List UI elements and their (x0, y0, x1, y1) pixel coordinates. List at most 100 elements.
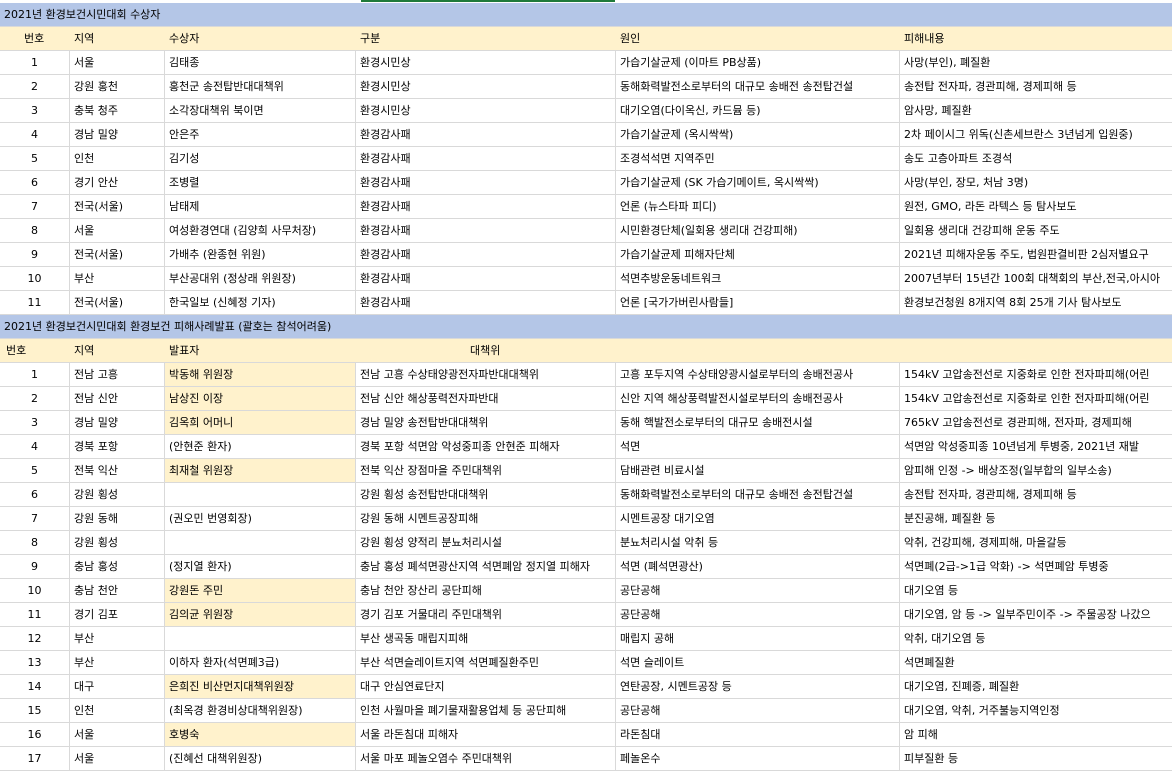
section1-cell-4[interactable]: 가습기살균제 피해자단체 (616, 243, 900, 266)
section1-cell-0[interactable]: 6 (0, 171, 70, 194)
section2-cell-3[interactable]: 대구 안심연료단지 (356, 675, 616, 698)
section2-cell-0[interactable]: 14 (0, 675, 70, 698)
section2-cell-0[interactable]: 16 (0, 723, 70, 746)
section2-cell-0[interactable]: 15 (0, 699, 70, 722)
section1-cell-3[interactable]: 환경시민상 (356, 99, 616, 122)
section1-cell-3[interactable]: 환경감사패 (356, 123, 616, 146)
spreadsheet[interactable]: 2021년 환경보건시민대회 수상자 번호 지역 수상자 구분 원인 피해내용 1 서울 김태종 환… (0, 0, 1172, 777)
section2-cell-1[interactable]: 강원 횡성 (70, 531, 165, 554)
section1-cell-5[interactable]: 환경보건청원 8개지역 8회 25개 기사 탐사보도 (900, 291, 1172, 314)
section2-cell-2[interactable]: 최재철 위원장 (165, 459, 356, 482)
section1-cell-2[interactable]: 부산공대위 (정상래 위원장) (165, 267, 356, 290)
section2-cell-2[interactable]: 강원돈 주민 (165, 579, 356, 602)
section2-header-1[interactable]: 지역 (70, 339, 165, 362)
section1-cell-5[interactable]: 사망(부인, 장모, 처남 3명) (900, 171, 1172, 194)
section2-cell-0[interactable]: 13 (0, 651, 70, 674)
section1-cell-2[interactable]: 여성환경연대 (김양희 사무처장) (165, 219, 356, 242)
section2-cell-0[interactable]: 2 (0, 387, 70, 410)
section2-cell-0[interactable]: 4 (0, 435, 70, 458)
section2-header-3[interactable]: 대책위 (356, 339, 616, 362)
section1-header-2[interactable]: 수상자 (165, 27, 356, 50)
section1-cell-4[interactable]: 동해화력발전소로부터의 대규모 송배전 송전탑건설 (616, 75, 900, 98)
section1-cell-3[interactable]: 환경시민상 (356, 75, 616, 98)
section1-cell-3[interactable]: 환경감사패 (356, 219, 616, 242)
section2-cell-4[interactable]: 고흥 포두지역 수상태양광시설로부터의 송배전공사 (616, 363, 900, 386)
section1-cell-1[interactable]: 전국(서울) (70, 291, 165, 314)
section1-cell-0[interactable]: 11 (0, 291, 70, 314)
section1-cell-1[interactable]: 부산 (70, 267, 165, 290)
section2-cell-3[interactable]: 경북 포항 석면암 악성중피종 안현준 피해자 (356, 435, 616, 458)
section1-cell-5[interactable]: 암사망, 폐질환 (900, 99, 1172, 122)
section1-cell-1[interactable]: 경기 안산 (70, 171, 165, 194)
section1-cell-1[interactable]: 서울 (70, 219, 165, 242)
section1-header-3[interactable]: 구분 (356, 27, 616, 50)
section1-cell-5[interactable]: 송도 고층아파트 조경석 (900, 147, 1172, 170)
section1-cell-0[interactable]: 7 (0, 195, 70, 218)
section1-cell-4[interactable]: 언론 (뉴스타파 피디) (616, 195, 900, 218)
section2-cell-0[interactable]: 12 (0, 627, 70, 650)
section2-cell-2[interactable]: (안현준 환자) (165, 435, 356, 458)
section2-cell-3[interactable]: 서울 라돈침대 피해자 (356, 723, 616, 746)
section2-title[interactable]: 2021년 환경보건시민대회 환경보건 피해사례발표 (괄호는 참석어려움) (0, 315, 1172, 338)
section1-cell-5[interactable]: 2021년 피해자운동 주도, 법원판결비판 2심저별요구 (900, 243, 1172, 266)
section2-header-0[interactable]: 번호 (0, 339, 70, 362)
section2-cell-3[interactable]: 충남 홍성 폐석면광산지역 석면폐암 정지열 피해자 (356, 555, 616, 578)
section1-cell-4[interactable]: 언론 [국가가버린사람들] (616, 291, 900, 314)
section2-header-5[interactable] (900, 339, 1172, 362)
section1-cell-4[interactable]: 석면추방운동네트워크 (616, 267, 900, 290)
section1-cell-5[interactable]: 원전, GMO, 라돈 라텍스 등 탐사보도 (900, 195, 1172, 218)
section1-cell-0[interactable]: 4 (0, 123, 70, 146)
section1-cell-5[interactable]: 송전탑 전자파, 경관피해, 경제피해 등 (900, 75, 1172, 98)
section2-cell-1[interactable]: 경기 김포 (70, 603, 165, 626)
section2-cell-2[interactable]: (정지열 환자) (165, 555, 356, 578)
section2-cell-2[interactable]: 이하자 환자(석면폐3급) (165, 651, 356, 674)
section1-header-5[interactable]: 피해내용 (900, 27, 1172, 50)
section1-cell-2[interactable]: 김기성 (165, 147, 356, 170)
section2-cell-4[interactable]: 페놀온수 (616, 747, 900, 770)
section2-cell-3[interactable]: 강원 동해 시멘트공장피해 (356, 507, 616, 530)
section2-cell-4[interactable]: 매립지 공해 (616, 627, 900, 650)
section2-cell-1[interactable]: 전남 고흥 (70, 363, 165, 386)
section2-cell-0[interactable]: 7 (0, 507, 70, 530)
section2-cell-5[interactable]: 암피해 인정 -> 배상조정(일부합의 일부소송) (900, 459, 1172, 482)
section2-cell-1[interactable]: 전북 익산 (70, 459, 165, 482)
section2-cell-3[interactable]: 경기 김포 거물대리 주민대책위 (356, 603, 616, 626)
section2-cell-4[interactable]: 라돈침대 (616, 723, 900, 746)
section2-cell-4[interactable]: 연탄공장, 시멘트공장 등 (616, 675, 900, 698)
section2-cell-5[interactable]: 피부질환 등 (900, 747, 1172, 770)
section2-cell-3[interactable]: 강원 횡성 양적리 분뇨처리시설 (356, 531, 616, 554)
section2-cell-2[interactable]: (최옥경 환경비상대책위원장) (165, 699, 356, 722)
section1-cell-5[interactable]: 일회용 생리대 건강피해 운동 주도 (900, 219, 1172, 242)
section1-cell-3[interactable]: 환경감사패 (356, 147, 616, 170)
section1-cell-3[interactable]: 환경감사패 (356, 267, 616, 290)
section1-cell-0[interactable]: 8 (0, 219, 70, 242)
section1-cell-0[interactable]: 3 (0, 99, 70, 122)
section2-cell-4[interactable]: 동해 핵발전소로부터의 대규모 송배전시설 (616, 411, 900, 434)
section2-cell-0[interactable]: 10 (0, 579, 70, 602)
section2-header-4[interactable] (616, 339, 900, 362)
section2-cell-5[interactable]: 대기오염, 진폐증, 폐질환 (900, 675, 1172, 698)
section2-cell-5[interactable]: 석면폐질환 (900, 651, 1172, 674)
section2-cell-5[interactable]: 765kV 고압송전선로 경관피해, 전자파, 경제피해 (900, 411, 1172, 434)
section2-cell-5[interactable]: 송전탑 전자파, 경관피해, 경제피해 등 (900, 483, 1172, 506)
section1-cell-1[interactable]: 서울 (70, 51, 165, 74)
section1-cell-0[interactable]: 10 (0, 267, 70, 290)
section2-cell-2[interactable]: (진혜선 대책위원장) (165, 747, 356, 770)
section2-cell-4[interactable]: 공단공해 (616, 603, 900, 626)
section2-cell-1[interactable]: 전남 신안 (70, 387, 165, 410)
section2-cell-0[interactable]: 3 (0, 411, 70, 434)
section2-cell-2[interactable]: 호병숙 (165, 723, 356, 746)
section2-cell-4[interactable]: 분뇨처리시설 악취 등 (616, 531, 900, 554)
section1-cell-1[interactable]: 인천 (70, 147, 165, 170)
section1-header-0[interactable]: 번호 (0, 27, 70, 50)
section2-cell-5[interactable]: 154kV 고압송전선로 지중화로 인한 전자파피해(어린 (900, 387, 1172, 410)
section1-cell-2[interactable]: 안은주 (165, 123, 356, 146)
section2-cell-1[interactable]: 서울 (70, 723, 165, 746)
section2-cell-4[interactable]: 시멘트공장 대기오염 (616, 507, 900, 530)
section2-cell-3[interactable]: 충남 천안 장산리 공단피해 (356, 579, 616, 602)
section2-cell-2[interactable] (165, 627, 356, 650)
section2-cell-4[interactable]: 석면 (616, 435, 900, 458)
section2-cell-4[interactable]: 동해화력발전소로부터의 대규모 송배전 송전탑건설 (616, 483, 900, 506)
section1-title[interactable]: 2021년 환경보건시민대회 수상자 (0, 3, 1172, 26)
section1-header-4[interactable]: 원인 (616, 27, 900, 50)
